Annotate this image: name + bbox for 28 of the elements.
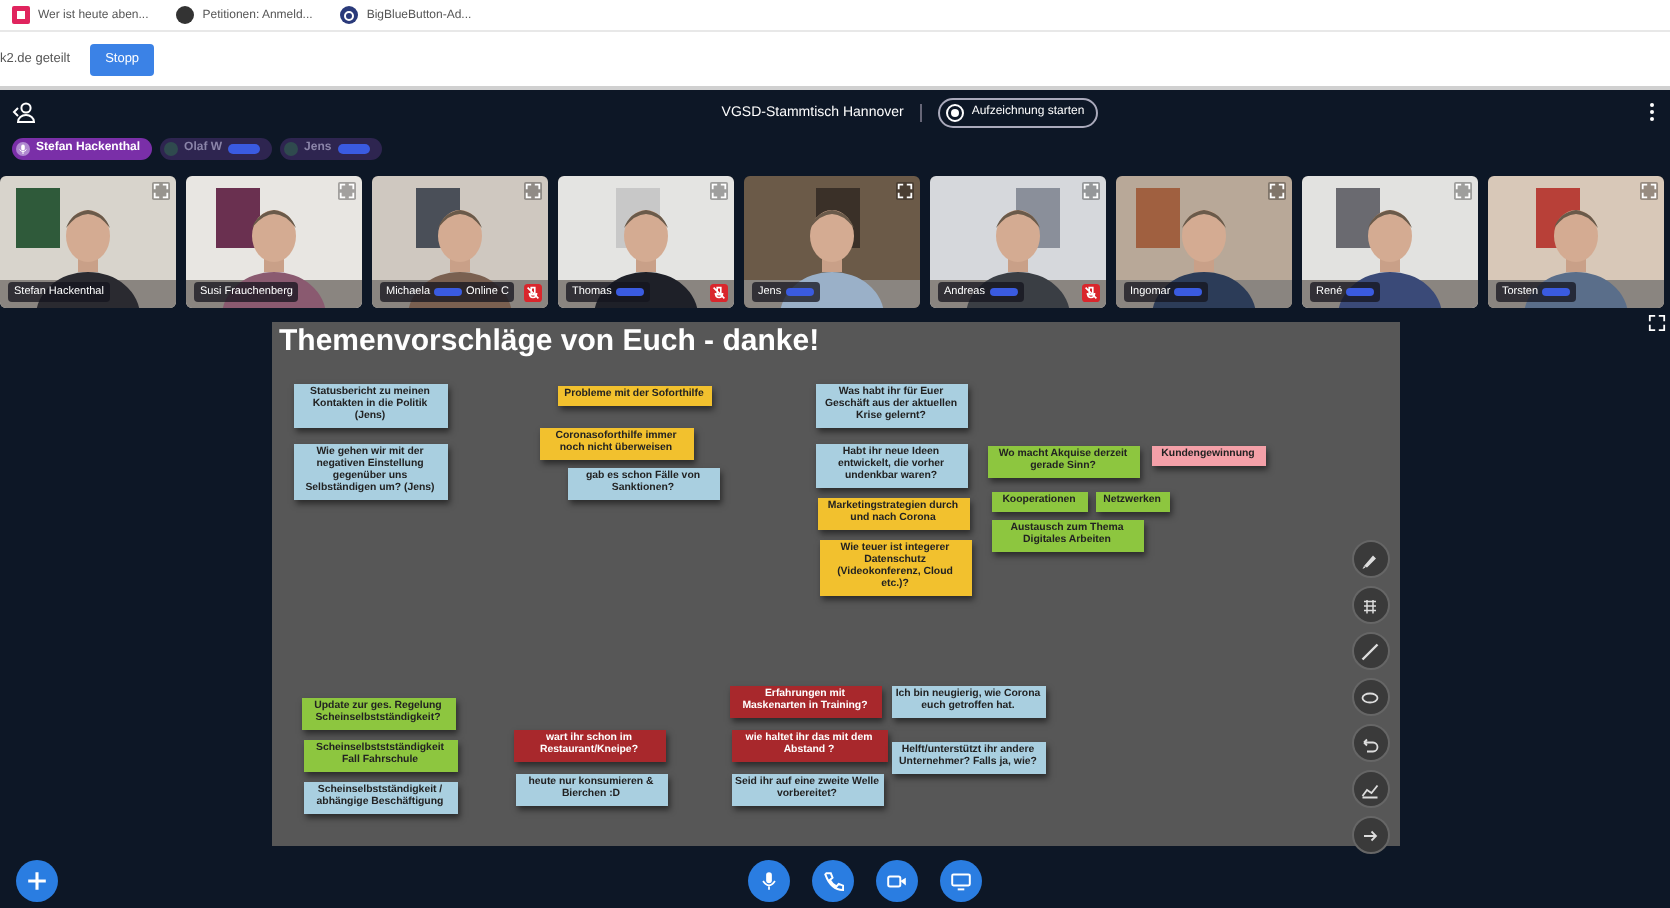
more-icon[interactable] [1646, 102, 1658, 122]
microphone-icon [16, 141, 30, 155]
whiteboard-tool-button[interactable] [1351, 724, 1389, 762]
screen-share-button[interactable] [940, 859, 982, 901]
line-icon [1358, 639, 1382, 663]
record-icon [945, 103, 964, 121]
plus-icon [26, 869, 48, 891]
status-dot [284, 141, 299, 155]
whiteboard-tool-button[interactable] [1351, 540, 1389, 578]
actions-button[interactable] [16, 859, 58, 901]
fullscreen-icon[interactable] [1648, 314, 1666, 332]
monitor-icon [950, 869, 972, 891]
whiteboard-tool-button[interactable] [1351, 632, 1389, 670]
whiteboard-title: Themenvorschläge von Euch - danke! [279, 324, 820, 358]
phone-icon [822, 869, 844, 891]
status-dot [164, 141, 179, 155]
whiteboard-tool-button[interactable] [1351, 678, 1389, 716]
whiteboard-tool-button[interactable] [1351, 586, 1389, 624]
camera-button[interactable] [876, 859, 918, 901]
whiteboard-tool-button[interactable] [1351, 816, 1389, 854]
fullscreen-icon[interactable] [896, 182, 914, 200]
users-icon[interactable] [12, 100, 36, 124]
whiteboard-tool-button[interactable] [1351, 770, 1389, 808]
phone-button[interactable] [812, 859, 854, 901]
microphone-icon [758, 869, 780, 891]
microphone-button[interactable] [748, 859, 790, 901]
circle-icon [176, 6, 195, 24]
square-icon [12, 6, 30, 24]
